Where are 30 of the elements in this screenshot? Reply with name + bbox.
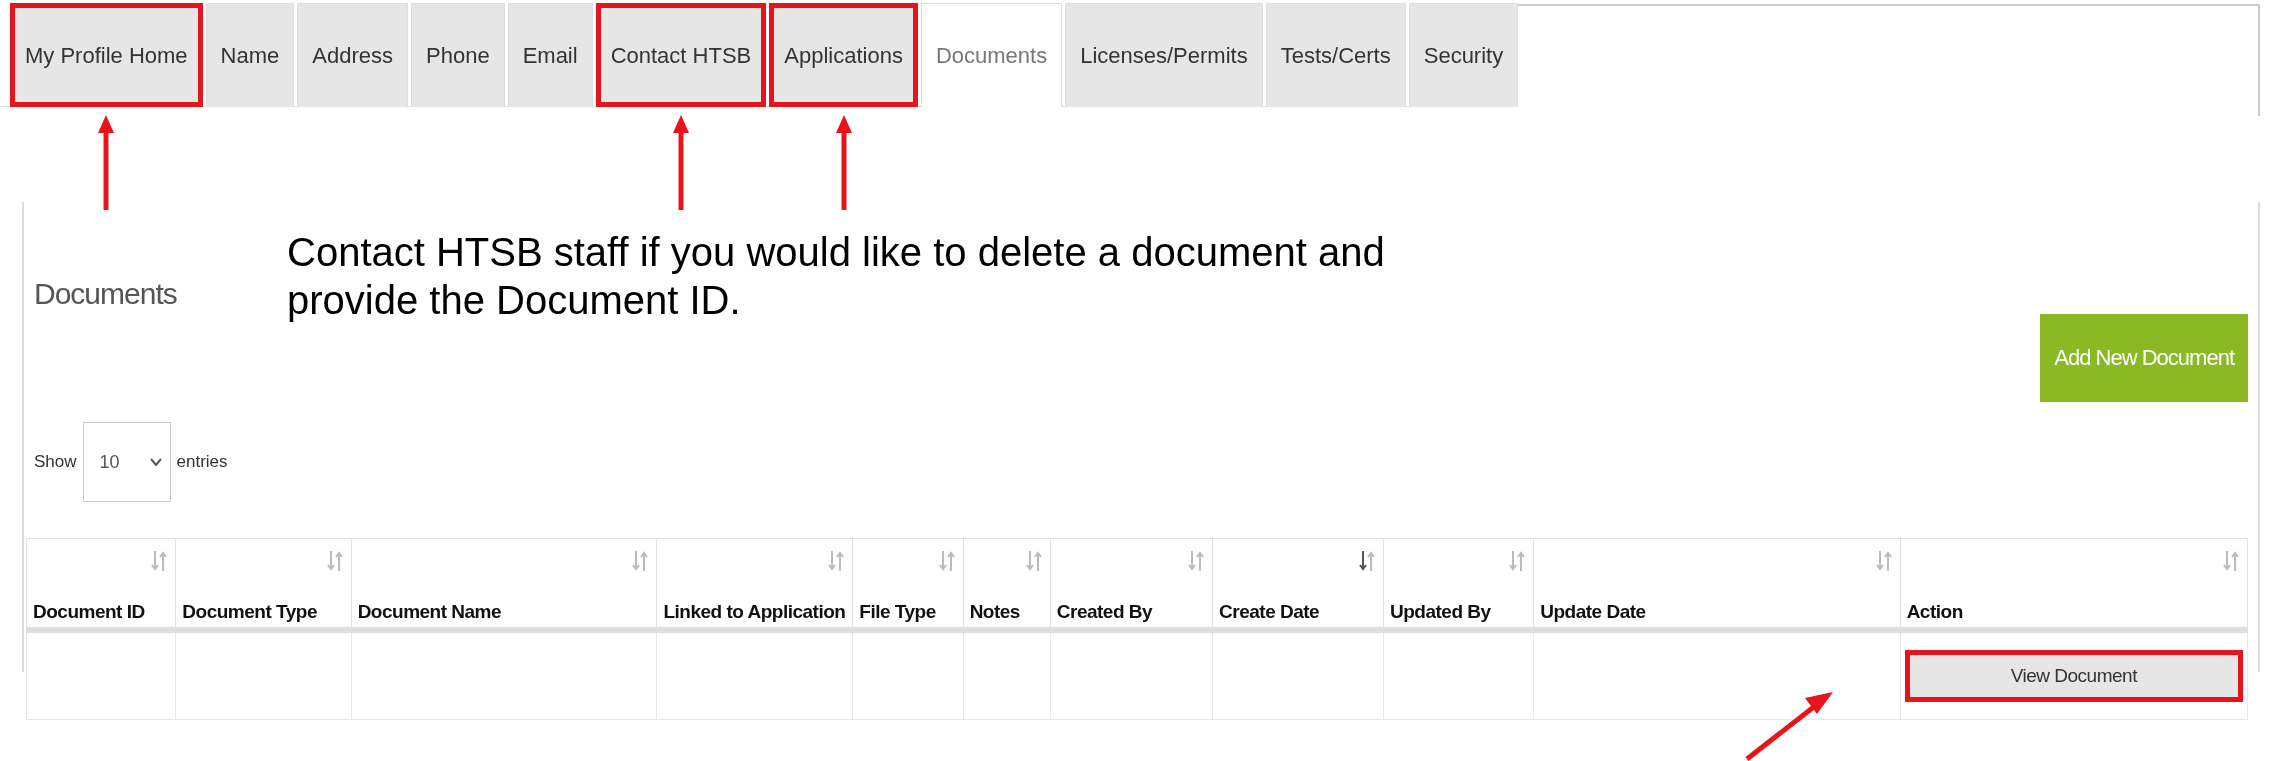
tab[interactable]: Email <box>507 3 593 107</box>
view-document-button[interactable]: View Document <box>1904 650 2243 702</box>
column-header[interactable]: Created By <box>1050 538 1213 630</box>
tab[interactable]: Tests/Certs <box>1265 3 1406 107</box>
column-header[interactable]: Notes <box>963 538 1051 630</box>
tab[interactable]: Applications <box>769 3 918 107</box>
column-header[interactable]: Action <box>1900 538 2248 630</box>
caret-icon <box>149 458 162 466</box>
column-header[interactable]: Create Date <box>1212 538 1384 630</box>
column-header[interactable]: File Type <box>852 538 964 630</box>
tab[interactable]: Name <box>205 3 295 107</box>
column-header[interactable]: Updated By <box>1383 538 1534 630</box>
column-header[interactable]: Document ID <box>26 538 176 630</box>
column-header[interactable]: Update Date <box>1533 538 1901 630</box>
show-label: Show <box>34 452 77 472</box>
tab[interactable]: Licenses/Permits <box>1065 3 1263 107</box>
tab[interactable]: Address <box>297 3 408 107</box>
page-title: Documents <box>34 277 178 311</box>
column-header[interactable]: Document Name <box>351 538 657 630</box>
tab[interactable]: Security <box>1408 3 1519 107</box>
column-header[interactable]: Document Type <box>175 538 352 630</box>
sort-icon[interactable] <box>1359 549 1375 573</box>
entries-label: entries <box>176 452 228 472</box>
note-text: Contact HTSB staff if you would like to delete a document and provide the Document ID. <box>287 229 1386 324</box>
column-header[interactable]: Linked to Application <box>656 538 853 630</box>
tab[interactable]: My Profile Home <box>10 3 203 107</box>
entries-select[interactable]: 10 <box>82 422 171 502</box>
tab[interactable]: Phone <box>411 3 505 107</box>
tab[interactable]: Contact HTSB <box>595 3 767 107</box>
tab[interactable]: Documents <box>920 3 1063 107</box>
